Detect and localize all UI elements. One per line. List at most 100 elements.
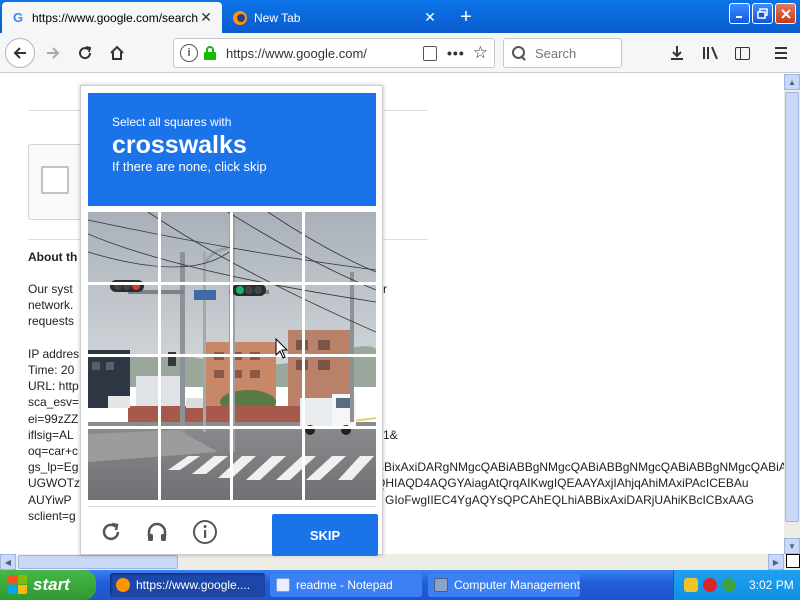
page-actions-icon[interactable]: ••• — [447, 45, 465, 61]
captcha-tile-3-0[interactable] — [88, 428, 158, 498]
captcha-tile-0-2[interactable] — [232, 212, 302, 282]
page-text-fragment: GIoFwgIIEC4YgAQYsQPCAhEQLhiABBixAxiDARjU… — [385, 492, 754, 507]
start-button[interactable]: start — [0, 570, 96, 600]
bookmark-star-icon[interactable]: ☆ — [473, 43, 488, 63]
vertical-scrollbar[interactable]: ▲ ▼ — [784, 74, 800, 554]
library-icon — [703, 46, 718, 60]
taskbar-item-notepad[interactable]: readme - Notepad — [270, 573, 422, 597]
taskbar-item-label: readme - Notepad — [296, 578, 393, 592]
back-arrow-icon — [13, 47, 26, 59]
captcha-tile-2-0[interactable] — [88, 356, 158, 426]
skip-button[interactable]: SKIP — [272, 514, 378, 556]
captcha-tile-2-3[interactable] — [304, 356, 374, 426]
close-tab-icon[interactable]: ✕ — [198, 9, 214, 26]
mouse-cursor-icon — [275, 338, 289, 359]
notepad-icon — [276, 578, 290, 592]
close-tab-icon[interactable]: ✕ — [422, 9, 438, 26]
captcha-tile-2-2[interactable] — [232, 356, 302, 426]
captcha-tile-3-2[interactable] — [232, 428, 302, 498]
lock-icon[interactable] — [204, 46, 216, 60]
restore-button[interactable] — [752, 3, 773, 24]
captcha-tile-0-0[interactable] — [88, 212, 158, 282]
antivirus-icon[interactable] — [703, 578, 717, 592]
captcha-tile-3-3[interactable] — [304, 428, 374, 498]
recaptcha-checkbox[interactable] — [41, 166, 69, 194]
forward-arrow-icon — [47, 47, 60, 59]
search-bar[interactable]: Search — [503, 38, 622, 68]
vertical-scroll-thumb[interactable] — [785, 92, 799, 522]
library-button[interactable] — [696, 38, 726, 68]
captcha-tile-3-1[interactable] — [160, 428, 230, 498]
captcha-footer: SKIP — [88, 506, 378, 556]
page-text-fragment: QHIAQD4AQGYAiagAtQrqAIKwgIQEAAYAxjIAhjqA… — [376, 476, 749, 491]
menu-button[interactable] — [766, 38, 796, 68]
page-text-line: IP addres — [28, 346, 80, 361]
start-label: start — [33, 575, 70, 594]
firefox-icon — [116, 578, 130, 592]
hamburger-menu-icon — [775, 47, 787, 59]
reload-icon — [79, 46, 92, 60]
captcha-tile-1-3[interactable] — [304, 284, 374, 354]
captcha-tile-0-1[interactable] — [160, 212, 230, 282]
back-button[interactable] — [5, 38, 35, 68]
taskbar-item-computer-management[interactable]: Computer Management — [428, 573, 580, 597]
captcha-tile-1-1[interactable] — [160, 284, 230, 354]
page-text-line: UGWOTz — [28, 476, 80, 491]
taskbar-item-firefox[interactable]: https://www.google.... — [110, 573, 265, 597]
scroll-up-arrow-icon[interactable]: ▲ — [784, 74, 800, 90]
new-tab-button[interactable]: + — [452, 4, 480, 30]
minimize-button[interactable] — [729, 3, 750, 24]
scroll-corner — [784, 554, 800, 570]
page-text-line: Our syst — [28, 282, 73, 296]
search-placeholder[interactable]: Search — [535, 46, 576, 61]
close-window-button[interactable] — [775, 3, 796, 24]
security-shield-icon[interactable] — [684, 578, 698, 592]
horizontal-scrollbar[interactable]: ◀ ▶ — [0, 554, 784, 570]
recaptcha-box — [28, 144, 88, 220]
sidebar-icon — [734, 46, 750, 60]
page-text-line: iflsig=AL — [28, 427, 74, 442]
page-text-fragment: r — [383, 282, 387, 296]
url-bar[interactable]: i https://www.google.com/ ••• ☆ — [173, 38, 495, 68]
audio-challenge-headphones-icon[interactable] — [144, 519, 170, 545]
downloads-button[interactable] — [662, 38, 692, 68]
captcha-header: Select all squares with crosswalks If th… — [88, 93, 376, 206]
home-button[interactable] — [102, 38, 132, 68]
sidebar-button[interactable] — [727, 38, 757, 68]
home-icon — [110, 45, 124, 60]
page-text-fragment: BBixAxiDARgNMgcQABiABBgNMgcQABiABBgNMgcQ… — [376, 460, 784, 475]
captcha-challenge: Select all squares with crosswalks If th… — [80, 85, 383, 556]
info-icon[interactable]: i — [180, 44, 198, 62]
horizontal-scroll-thumb[interactable] — [18, 555, 178, 569]
page-text-line: gs_lp=Eg — [28, 460, 79, 475]
download-icon — [671, 46, 683, 60]
reader-view-icon[interactable] — [423, 45, 438, 61]
computer-management-icon — [434, 578, 448, 592]
network-icon[interactable] — [722, 578, 736, 592]
page-text-line: URL: http — [28, 379, 79, 394]
taskbar-item-label: Computer Management — [454, 578, 580, 592]
search-icon — [512, 46, 526, 60]
url-text[interactable]: https://www.google.com/ — [226, 46, 423, 61]
scroll-left-arrow-icon[interactable]: ◀ — [0, 554, 16, 570]
captcha-tile-1-2[interactable] — [232, 284, 302, 354]
page-text-line: AUYiwP — [28, 492, 72, 507]
page-text-line: Time: 20 — [28, 363, 75, 377]
system-tray: 3:02 PM — [673, 570, 800, 600]
help-info-icon[interactable] — [192, 519, 218, 545]
captcha-tile-2-1[interactable] — [160, 356, 230, 426]
captcha-image-grid — [88, 212, 376, 500]
firefox-favicon-icon — [232, 10, 248, 26]
reload-button[interactable] — [70, 38, 100, 68]
captcha-keyword: crosswalks — [112, 131, 247, 159]
scroll-right-arrow-icon[interactable]: ▶ — [768, 554, 784, 570]
tab-google-search[interactable]: G https://www.google.com/search?q= ✕ — [2, 2, 222, 33]
captcha-tile-0-3[interactable] — [304, 212, 374, 282]
tab-new-tab[interactable]: New Tab ✕ — [224, 2, 446, 33]
page-text-line: ei=99zZZ — [28, 411, 79, 426]
scroll-down-arrow-icon[interactable]: ▼ — [784, 538, 800, 554]
new-challenge-reload-icon[interactable] — [98, 519, 124, 545]
captcha-tile-1-0[interactable] — [88, 284, 158, 354]
forward-button[interactable] — [38, 38, 68, 68]
page-text-line: sclient=g — [28, 508, 76, 523]
